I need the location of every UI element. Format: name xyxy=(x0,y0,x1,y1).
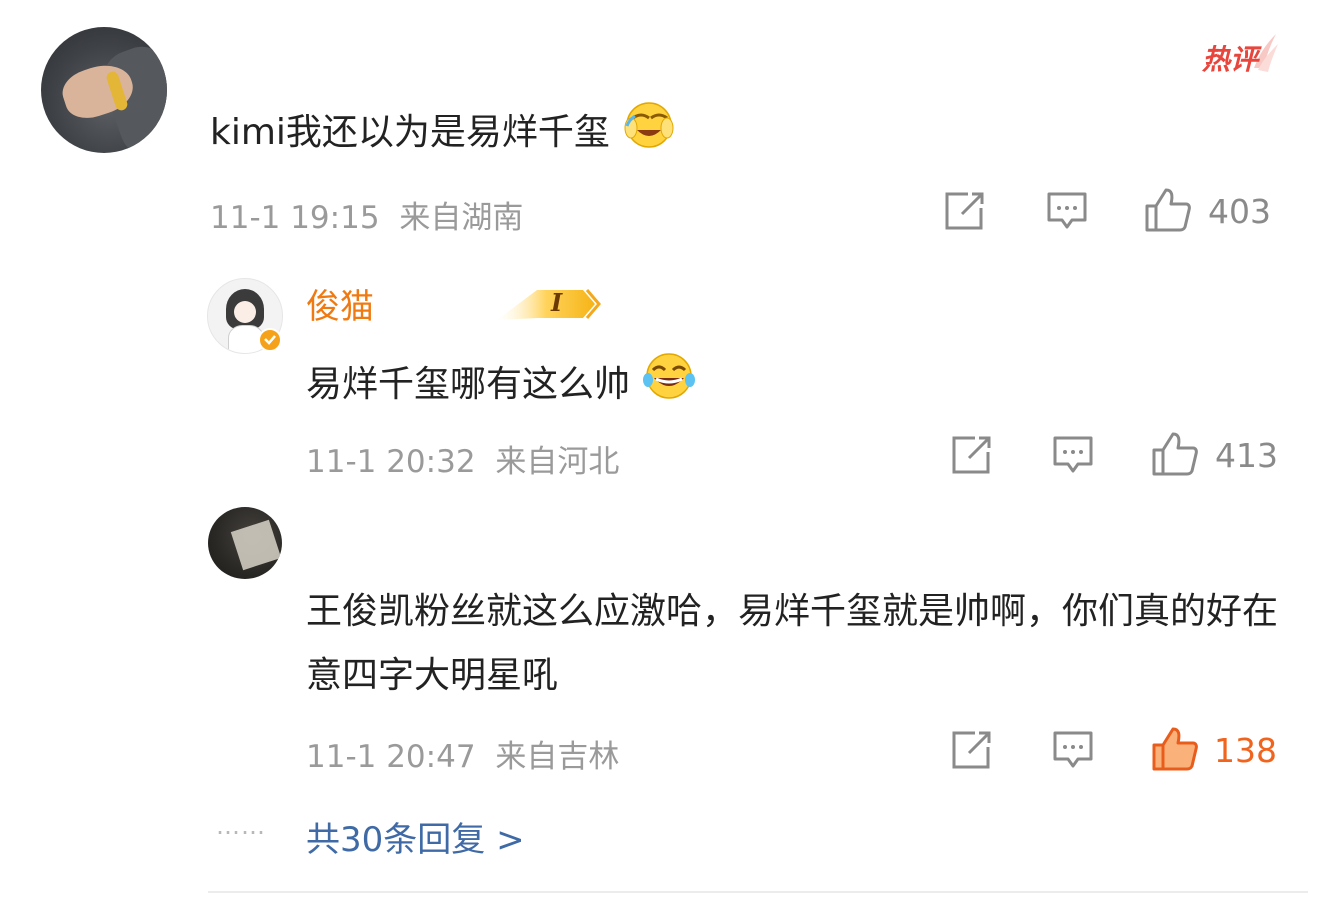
avatar-paper xyxy=(230,519,282,571)
level-badge-icon xyxy=(497,289,601,320)
reply-location: 来自河北 xyxy=(495,444,620,480)
comment-icon[interactable] xyxy=(1052,435,1094,477)
reply-text: 王俊凯粉丝就这么应激哈，易烊千玺就是帅啊，你们真的好在意四字大明星吼 xyxy=(306,591,1279,696)
comment-text: kimi我还以为是易烊千玺 xyxy=(210,100,677,155)
hot-comment-badge: 热评 xyxy=(1198,28,1278,78)
like-count: 138 xyxy=(1214,731,1277,770)
tears-of-joy-icon xyxy=(643,353,696,399)
divider xyxy=(208,891,1308,893)
avatar[interactable] xyxy=(41,27,167,153)
checkmark-icon xyxy=(264,335,276,345)
share-icon[interactable] xyxy=(951,435,993,475)
comment-meta: 11-1 19:15 来自湖南 xyxy=(210,192,523,237)
hot-label: 热评 xyxy=(1202,43,1259,76)
comment-text-content: kimi我还以为是易烊千玺 xyxy=(210,112,610,153)
more-replies-link[interactable]: 共30条回复 > xyxy=(306,812,525,861)
reply-time: 11-1 20:32 xyxy=(306,444,476,480)
reply-username[interactable]: 俊猫 xyxy=(306,279,374,328)
like-count: 413 xyxy=(1215,436,1278,475)
liked-icon[interactable] xyxy=(1151,726,1199,772)
level-text: I xyxy=(551,288,563,317)
like-icon[interactable] xyxy=(1144,187,1192,233)
reply-meta: 11-1 20:47 来自吉林 xyxy=(306,731,619,776)
verified-badge xyxy=(258,328,282,352)
reply-text-content: 易烊千玺哪有这么帅 xyxy=(306,364,631,405)
avatar-face xyxy=(234,301,256,323)
comment-icon[interactable] xyxy=(1052,730,1094,772)
like-icon[interactable] xyxy=(1151,431,1199,477)
share-icon[interactable] xyxy=(951,730,993,770)
laugh-covering-face-icon xyxy=(624,102,674,148)
more-replies-dots: …… xyxy=(216,812,266,840)
reply-time: 11-1 20:47 xyxy=(306,739,476,775)
level-badge: I xyxy=(497,284,603,324)
share-icon[interactable] xyxy=(944,191,986,231)
comment-time: 11-1 19:15 xyxy=(210,200,380,236)
reply-meta: 11-1 20:32 来自河北 xyxy=(306,436,619,481)
reply-avatar[interactable] xyxy=(208,507,282,579)
reply-text: 易烊千玺哪有这么帅 xyxy=(306,350,697,407)
reply-location: 来自吉林 xyxy=(495,739,620,775)
like-count: 403 xyxy=(1208,192,1271,231)
comment-icon[interactable] xyxy=(1046,191,1088,233)
comment-location: 来自湖南 xyxy=(399,200,524,236)
